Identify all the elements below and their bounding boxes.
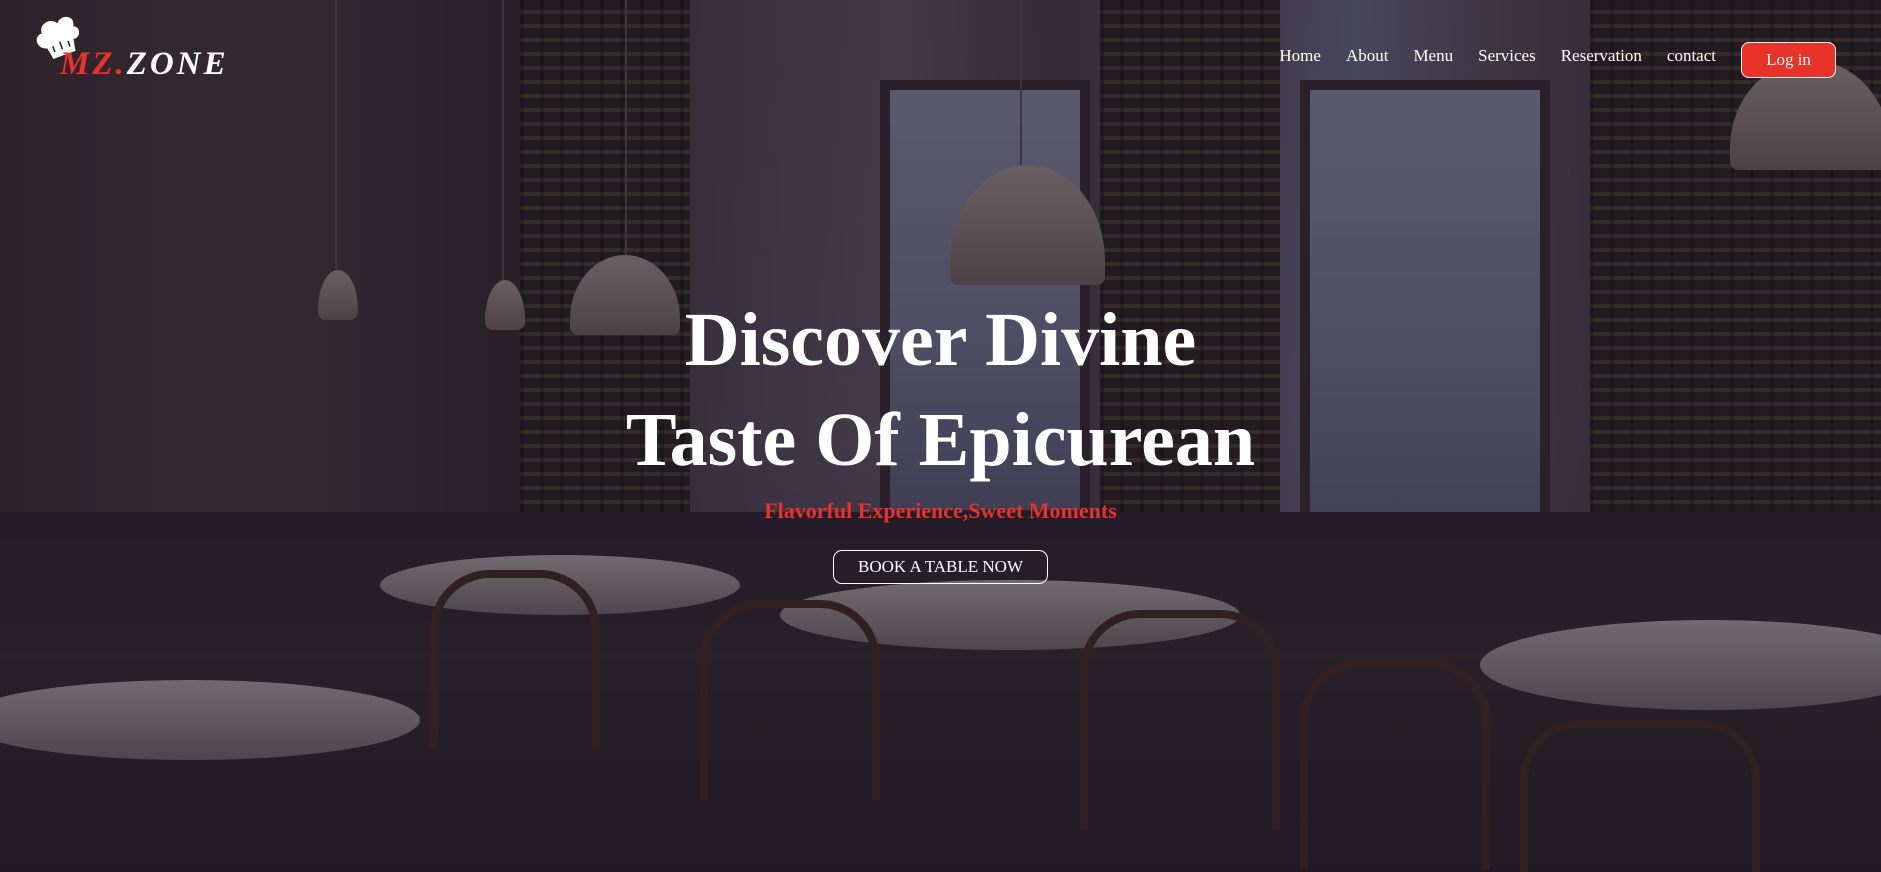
nav-about[interactable]: About [1346, 46, 1389, 66]
book-table-button[interactable]: BOOK A TABLE NOW [832, 550, 1049, 584]
nav-reservation[interactable]: Reservation [1561, 46, 1642, 66]
brand-name-part1: MZ. [60, 46, 127, 82]
login-button[interactable]: Log in [1741, 42, 1836, 78]
nav-home[interactable]: Home [1279, 46, 1321, 66]
brand-logo[interactable]: MZ.ZONE [30, 12, 226, 82]
hero-title-line2: Taste Of Epicurean [625, 398, 1256, 482]
hero-title: Discover Divine Taste Of Epicurean [0, 290, 1881, 490]
brand-name: MZ.ZONE [60, 46, 229, 83]
nav-menu[interactable]: Menu [1413, 46, 1453, 66]
hero-tagline: Flavorful Experience,Sweet Moments [764, 498, 1117, 523]
nav-contact[interactable]: contact [1667, 46, 1716, 66]
main-nav: Home About Menu Services Reservation con… [1254, 46, 1716, 66]
brand-name-part2: ZONE [126, 46, 229, 82]
site-header: MZ.ZONE Home About Menu Services Reserva… [0, 0, 1881, 110]
hero-title-line1: Discover Divine [684, 298, 1197, 382]
hero-section: Discover Divine Taste Of Epicurean Flavo… [0, 290, 1881, 584]
nav-services[interactable]: Services [1478, 46, 1536, 66]
